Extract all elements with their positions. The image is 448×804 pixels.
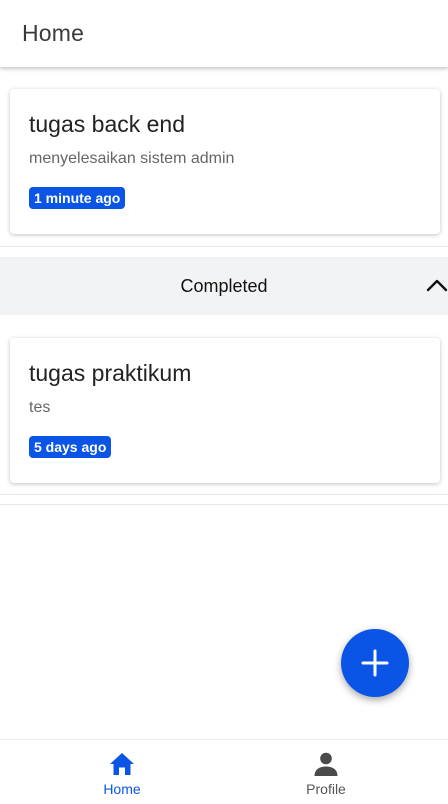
task-time-badge: 1 minute ago: [29, 187, 126, 209]
nav-label-home: Home: [103, 781, 141, 797]
task-card[interactable]: tugas back end menyelesaikan sistem admi…: [10, 89, 440, 234]
app-bar: Home: [0, 0, 448, 67]
app-screen: Home tugas back end menyelesaikan sistem…: [0, 0, 448, 804]
task-time-badge: 5 days ago: [29, 436, 112, 458]
nav-item-home[interactable]: Home: [10, 740, 234, 804]
add-task-button[interactable]: [341, 629, 409, 697]
divider: [0, 494, 448, 495]
completed-section-header[interactable]: Completed: [0, 257, 448, 315]
home-icon: [110, 753, 134, 775]
person-icon: [314, 752, 338, 776]
task-title: tugas praktikum: [29, 360, 192, 386]
divider: [0, 246, 448, 247]
nav-item-profile[interactable]: Profile: [214, 740, 438, 804]
task-description: menyelesaikan sistem admin: [29, 150, 235, 167]
completed-task-card[interactable]: tugas praktikum tes 5 days ago: [10, 338, 440, 483]
bottom-navigation: Home Profile: [0, 739, 448, 804]
page-title: Home: [22, 20, 85, 46]
nav-label-profile: Profile: [306, 781, 346, 797]
task-description: tes: [29, 399, 51, 416]
task-title: tugas back end: [29, 111, 186, 137]
completed-section-label: Completed: [180, 276, 268, 296]
chevron-up-icon[interactable]: [426, 277, 448, 293]
plus-icon: [361, 649, 389, 677]
divider: [0, 504, 448, 505]
